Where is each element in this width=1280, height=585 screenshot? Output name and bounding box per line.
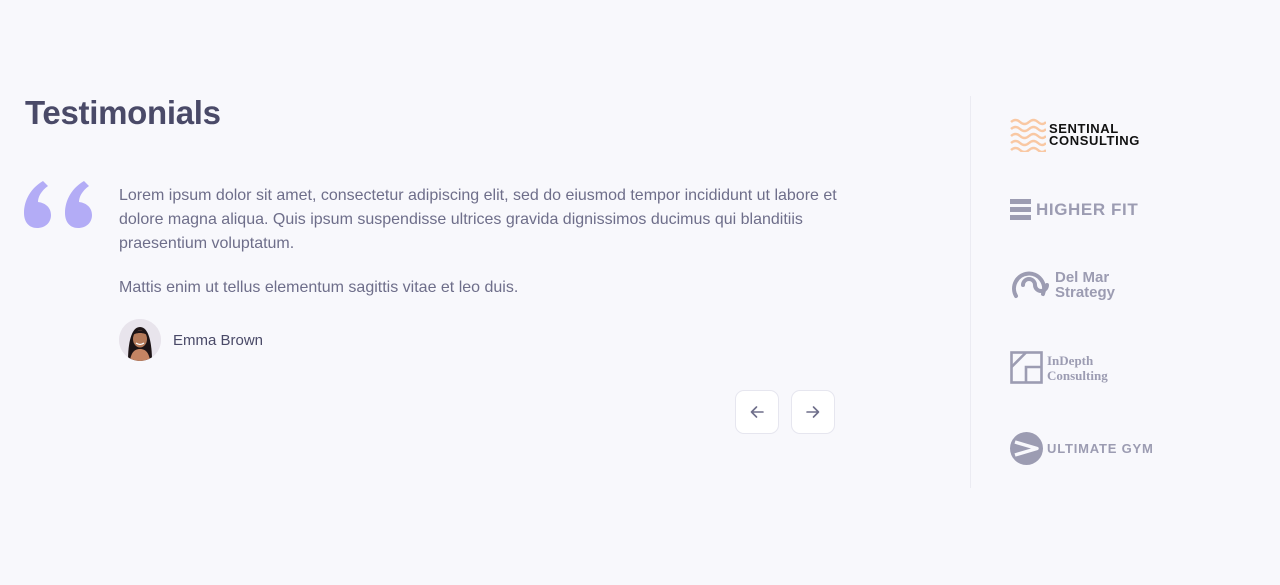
logo-text: InDepth bbox=[1047, 352, 1094, 368]
logo-del-mar-strategy: Del Mar Strategy bbox=[1010, 268, 1115, 302]
testimonial-paragraph: Lorem ipsum dolor sit amet, consectetur … bbox=[119, 187, 837, 252]
arrow-right-icon bbox=[806, 406, 820, 418]
circle-arrow-icon bbox=[1010, 432, 1043, 465]
logo-text: Consulting bbox=[1047, 367, 1108, 383]
swirl-icon bbox=[1012, 271, 1049, 298]
logo-text: HIGHER FIT bbox=[1036, 200, 1139, 219]
testimonial-body: Lorem ipsum dolor sit amet, consectetur … bbox=[119, 184, 839, 361]
section-title: Testimonials bbox=[25, 94, 221, 131]
logo-higher-fit: HIGHER FIT bbox=[1010, 199, 1138, 221]
quote-icon bbox=[24, 181, 92, 228]
testimonial-paragraph: Mattis enim ut tellus elementum sagittis… bbox=[119, 279, 519, 296]
logo-text: ULTIMATE GYM bbox=[1047, 441, 1154, 456]
prev-button[interactable] bbox=[735, 390, 779, 434]
logo-text: CONSULTING bbox=[1049, 133, 1140, 148]
author-name: Emma Brown bbox=[173, 331, 264, 349]
logo-indepth-consulting: InDepth Consulting bbox=[1010, 351, 1108, 384]
square-frame-icon bbox=[1010, 351, 1043, 384]
stripes-icon bbox=[1010, 199, 1031, 220]
divider bbox=[970, 96, 971, 488]
avatar bbox=[119, 319, 161, 361]
waves-icon bbox=[1010, 118, 1046, 152]
logo-ultimate-gym: ULTIMATE GYM bbox=[1010, 432, 1154, 465]
logo-sentinal-consulting: SENTINAL CONSULTING bbox=[1010, 118, 1140, 152]
logo-text: Strategy bbox=[1055, 284, 1116, 301]
logo-text: Del Mar bbox=[1055, 269, 1110, 286]
next-button[interactable] bbox=[791, 390, 835, 434]
arrow-left-icon bbox=[750, 406, 764, 418]
testimonial-author: Emma Brown bbox=[119, 319, 839, 361]
